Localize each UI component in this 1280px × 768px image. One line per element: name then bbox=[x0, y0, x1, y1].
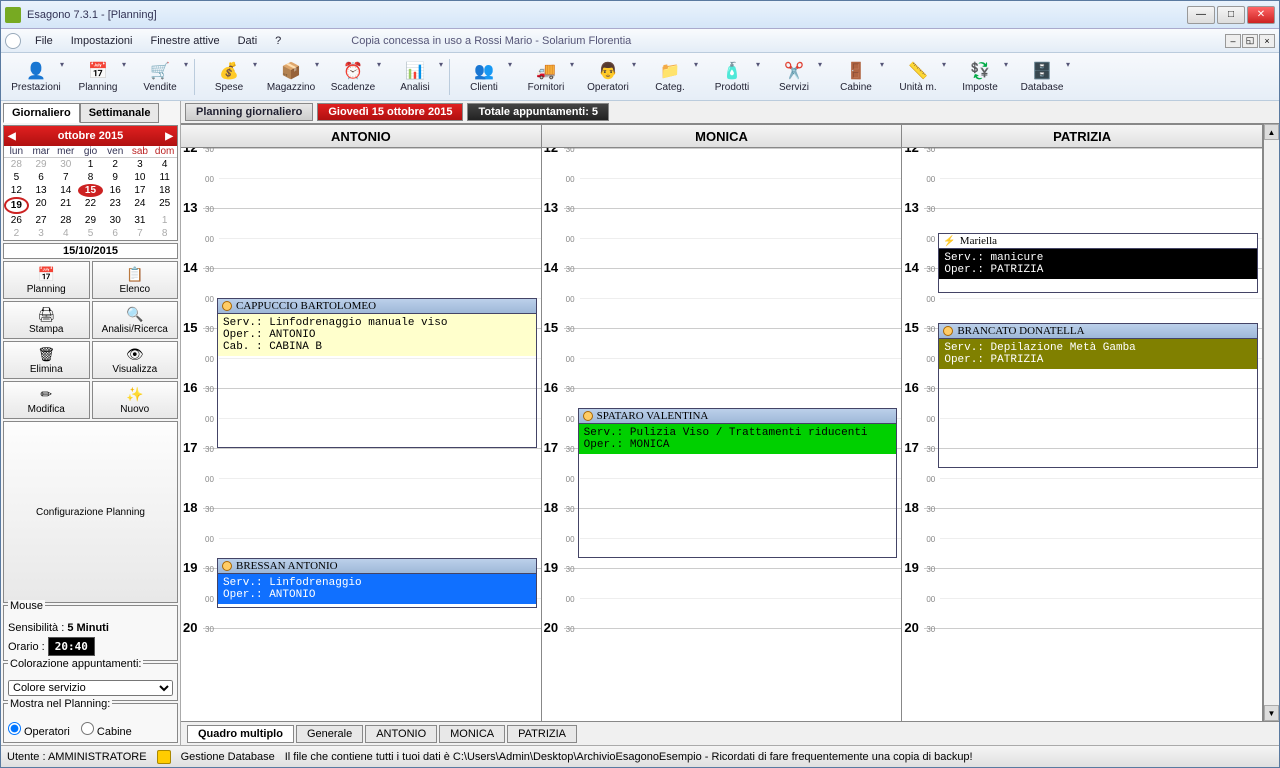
menu-finestre[interactable]: Finestre attive bbox=[143, 32, 228, 50]
menu-file[interactable]: File bbox=[27, 32, 61, 50]
calendar: ◀ ottobre 2015 ▶ lunmarmergiovensabdom 2… bbox=[3, 125, 178, 241]
btn-elenco[interactable]: 📋Elenco bbox=[92, 261, 179, 299]
toolbar-scadenze[interactable]: ▾⏰Scadenze bbox=[322, 55, 384, 99]
toolbar-servizi[interactable]: ▾✂️Servizi bbox=[763, 55, 825, 99]
toolbar-prodotti[interactable]: ▾🧴Prodotti bbox=[701, 55, 763, 99]
status-db[interactable]: Gestione Database bbox=[181, 751, 275, 763]
col-header: PATRIZIA bbox=[902, 124, 1262, 148]
col-monica: MONICA 200030190030180030170030160030150… bbox=[542, 124, 903, 721]
col-patrizia: PATRIZIA 2000301900301800301700301600301… bbox=[902, 124, 1263, 721]
btn-modifica[interactable]: ✏Modifica bbox=[3, 381, 90, 419]
toolbar-clienti[interactable]: ▾👥Clienti bbox=[453, 55, 515, 99]
menu-help[interactable]: ? bbox=[267, 32, 289, 50]
btn-planning[interactable]: 📅Planning bbox=[3, 261, 90, 299]
btab-antonio[interactable]: ANTONIO bbox=[365, 725, 437, 743]
selected-date: 15/10/2015 bbox=[3, 243, 178, 259]
toolbar-prestazioni[interactable]: ▾👤Prestazioni bbox=[5, 55, 67, 99]
mdi-restore[interactable]: ◱ bbox=[1242, 34, 1258, 48]
btn-elimina[interactable]: 🗑Elimina bbox=[3, 341, 90, 379]
menu-impostazioni[interactable]: Impostazioni bbox=[63, 32, 141, 50]
toolbar-magazzino[interactable]: ▾📦Magazzino bbox=[260, 55, 322, 99]
cal-prev[interactable]: ◀ bbox=[8, 131, 16, 142]
toolbar-vendite[interactable]: ▾🛒Vendite bbox=[129, 55, 191, 99]
info-count: Totale appuntamenti: 5 bbox=[467, 103, 609, 121]
toolbar-spese[interactable]: ▾💰Spese bbox=[198, 55, 260, 99]
window-title: Esagono 7.3.1 - [Planning] bbox=[27, 9, 1187, 21]
person-icon bbox=[943, 326, 953, 336]
btab-patrizia[interactable]: PATRIZIA bbox=[507, 725, 577, 743]
clock: 20:40 bbox=[48, 637, 95, 656]
statusbar: Utente : AMMINISTRATORE Gestione Databas… bbox=[1, 745, 1279, 767]
coloring-group: Colorazione appuntamenti: Colore servizi… bbox=[3, 663, 178, 701]
toolbar-operatori[interactable]: ▾👨Operatori bbox=[577, 55, 639, 99]
close-button[interactable]: ✕ bbox=[1247, 6, 1275, 24]
col-header: MONICA bbox=[542, 124, 902, 148]
btab-quadro[interactable]: Quadro multiplo bbox=[187, 725, 294, 743]
appointment[interactable]: CAPPUCCIO BARTOLOMEO Serv.: Linfodrenagg… bbox=[217, 298, 537, 448]
menu-icon[interactable] bbox=[5, 33, 21, 49]
col-antonio: ANTONIO 20003019003018003017003016003015… bbox=[181, 124, 542, 721]
coloring-select[interactable]: Colore servizio bbox=[8, 680, 173, 696]
btn-analisi[interactable]: 🔍Analisi/Ricerca bbox=[92, 301, 179, 339]
mouse-group: Mouse Sensibilità : 5 Minuti Orario : 20… bbox=[3, 605, 178, 661]
btn-stampa[interactable]: 🖨Stampa bbox=[3, 301, 90, 339]
tab-giornaliero[interactable]: Giornaliero bbox=[3, 103, 80, 123]
info-planning: Planning giornaliero bbox=[185, 103, 313, 121]
toolbar-analisi[interactable]: ▾📊Analisi bbox=[384, 55, 446, 99]
toolbar-unità m.[interactable]: ▾📏Unità m. bbox=[887, 55, 949, 99]
toolbar-cabine[interactable]: ▾🚪Cabine bbox=[825, 55, 887, 99]
toolbar-database[interactable]: ▾🗄️Database bbox=[1011, 55, 1073, 99]
bolt-icon bbox=[943, 235, 955, 247]
status-user: Utente : AMMINISTRATORE bbox=[7, 751, 147, 763]
scroll-up[interactable]: ▲ bbox=[1264, 124, 1279, 140]
toolbar-fornitori[interactable]: ▾🚚Fornitori bbox=[515, 55, 577, 99]
btn-visualizza[interactable]: 👁Visualizza bbox=[92, 341, 179, 379]
btn-nuovo[interactable]: ✨Nuovo bbox=[92, 381, 179, 419]
mdi-close[interactable]: × bbox=[1259, 34, 1275, 48]
person-icon bbox=[583, 411, 593, 421]
person-icon bbox=[222, 301, 232, 311]
mdi-minimize[interactable]: – bbox=[1225, 34, 1241, 48]
appointment[interactable]: Mariella Serv.: manicureOper.: PATRIZIA bbox=[938, 233, 1258, 293]
scroll-down[interactable]: ▼ bbox=[1264, 705, 1279, 721]
appointment[interactable]: BRANCATO DONATELLA Serv.: Depilazione Me… bbox=[938, 323, 1258, 468]
app-icon bbox=[5, 7, 21, 23]
btab-generale[interactable]: Generale bbox=[296, 725, 363, 743]
btab-monica[interactable]: MONICA bbox=[439, 725, 505, 743]
status-msg: Il file che contiene tutti i tuoi dati è… bbox=[285, 751, 973, 763]
sidebar: Giornaliero Settimanale ◀ ottobre 2015 ▶… bbox=[1, 101, 181, 745]
show-group: Mostra nel Planning: Operatori Cabine bbox=[3, 703, 178, 743]
info-date: Giovedì 15 ottobre 2015 bbox=[317, 103, 463, 121]
bottom-tabs: Quadro multiplo Generale ANTONIO MONICA … bbox=[181, 721, 1279, 745]
vertical-scrollbar[interactable]: ▲ ▼ bbox=[1263, 124, 1279, 721]
toolbar-imposte[interactable]: ▾💱Imposte bbox=[949, 55, 1011, 99]
cal-next[interactable]: ▶ bbox=[165, 131, 173, 142]
toolbar-categ.[interactable]: ▾📁Categ. bbox=[639, 55, 701, 99]
license-text: Copia concessa in uso a Rossi Mario - So… bbox=[351, 35, 631, 47]
btn-config[interactable]: Configurazione Planning bbox=[3, 421, 178, 603]
radio-cabine bbox=[81, 722, 94, 735]
menu-dati[interactable]: Dati bbox=[230, 32, 266, 50]
titlebar: Esagono 7.3.1 - [Planning] — □ ✕ bbox=[1, 1, 1279, 29]
col-header: ANTONIO bbox=[181, 124, 541, 148]
toolbar: ▾👤Prestazioni▾📅Planning▾🛒Vendite▾💰Spese▾… bbox=[1, 53, 1279, 101]
tab-settimanale[interactable]: Settimanale bbox=[80, 103, 160, 123]
person-icon bbox=[222, 561, 232, 571]
appointment[interactable]: BRESSAN ANTONIO Serv.: LinfodrenaggioOpe… bbox=[217, 558, 537, 608]
cal-title: ottobre 2015 bbox=[58, 130, 123, 142]
radio-operatori bbox=[8, 722, 21, 735]
toolbar-planning[interactable]: ▾📅Planning bbox=[67, 55, 129, 99]
menubar: File Impostazioni Finestre attive Dati ?… bbox=[1, 29, 1279, 53]
appointment[interactable]: SPATARO VALENTINA Serv.: Pulizia Viso / … bbox=[578, 408, 898, 558]
maximize-button[interactable]: □ bbox=[1217, 6, 1245, 24]
minimize-button[interactable]: — bbox=[1187, 6, 1215, 24]
db-icon bbox=[157, 750, 171, 764]
